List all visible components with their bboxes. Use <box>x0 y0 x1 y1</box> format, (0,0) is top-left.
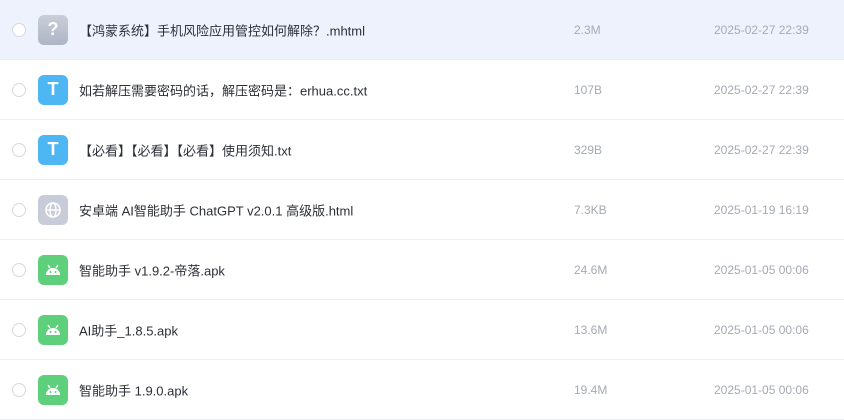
file-size: 24.6M <box>574 262 608 277</box>
globe-icon <box>45 201 61 218</box>
text-file-icon: T <box>38 74 68 105</box>
file-size: 107B <box>574 82 603 97</box>
file-name[interactable]: AI助手_1.8.5.apk <box>79 320 178 339</box>
file-list: ? 【鸿蒙系统】手机风险应用管控如何解除？.mhtml 2.3M 2025-02… <box>0 0 844 420</box>
file-name[interactable]: 【鸿蒙系统】手机风险应用管控如何解除？.mhtml <box>79 20 365 39</box>
file-size: 329B <box>574 142 603 157</box>
android-icon <box>46 264 60 275</box>
file-name[interactable]: 智能助手 1.9.0.apk <box>79 380 188 399</box>
android-apk-icon <box>38 374 68 405</box>
file-date: 2025-01-19 16:19 <box>714 202 809 217</box>
android-apk-icon <box>38 314 68 345</box>
file-name[interactable]: 【必看】【必看】【必看】使用须知.txt <box>79 140 291 159</box>
file-date: 2025-01-05 00:06 <box>714 322 809 337</box>
file-date: 2025-02-27 22:39 <box>714 142 809 157</box>
file-size: 13.6M <box>574 322 608 337</box>
file-row[interactable]: T 如若解压需要密码的话，解压密码是：erhua.cc.txt 107B 202… <box>0 60 844 120</box>
select-checkbox[interactable] <box>12 22 26 37</box>
text-file-icon: T <box>38 134 68 165</box>
android-icon <box>46 324 60 335</box>
file-size: 19.4M <box>574 382 608 397</box>
file-name[interactable]: 安卓端 AI智能助手 ChatGPT v2.0.1 高级版.html <box>79 200 353 219</box>
file-row[interactable]: 智能助手 v1.9.2-帝落.apk 24.6M 2025-01-05 00:0… <box>0 240 844 300</box>
file-name[interactable]: 智能助手 v1.9.2-帝落.apk <box>79 260 225 279</box>
file-name[interactable]: 如若解压需要密码的话，解压密码是：erhua.cc.txt <box>79 80 367 99</box>
file-row[interactable]: 智能助手 1.9.0.apk 19.4M 2025-01-05 00:06 <box>0 360 844 420</box>
file-date: 2025-02-27 22:39 <box>714 22 809 37</box>
file-row[interactable]: 安卓端 AI智能助手 ChatGPT v2.0.1 高级版.html 7.3KB… <box>0 180 844 240</box>
file-date: 2025-01-05 00:06 <box>714 382 809 397</box>
select-checkbox[interactable] <box>12 142 26 157</box>
file-date: 2025-02-27 22:39 <box>714 82 809 97</box>
file-size: 7.3KB <box>574 202 607 217</box>
unknown-file-icon: ? <box>38 14 68 45</box>
file-row[interactable]: ? 【鸿蒙系统】手机风险应用管控如何解除？.mhtml 2.3M 2025-02… <box>0 0 844 60</box>
select-checkbox[interactable] <box>12 202 26 217</box>
android-icon <box>46 384 60 395</box>
web-file-icon <box>38 194 68 225</box>
file-row[interactable]: AI助手_1.8.5.apk 13.6M 2025-01-05 00:06 <box>0 300 844 360</box>
select-checkbox[interactable] <box>12 382 26 397</box>
file-size: 2.3M <box>574 22 601 37</box>
select-checkbox[interactable] <box>12 322 26 337</box>
select-checkbox[interactable] <box>12 82 26 97</box>
file-row[interactable]: T 【必看】【必看】【必看】使用须知.txt 329B 2025-02-27 2… <box>0 120 844 180</box>
android-apk-icon <box>38 254 68 285</box>
file-date: 2025-01-05 00:06 <box>714 262 809 277</box>
select-checkbox[interactable] <box>12 262 26 277</box>
